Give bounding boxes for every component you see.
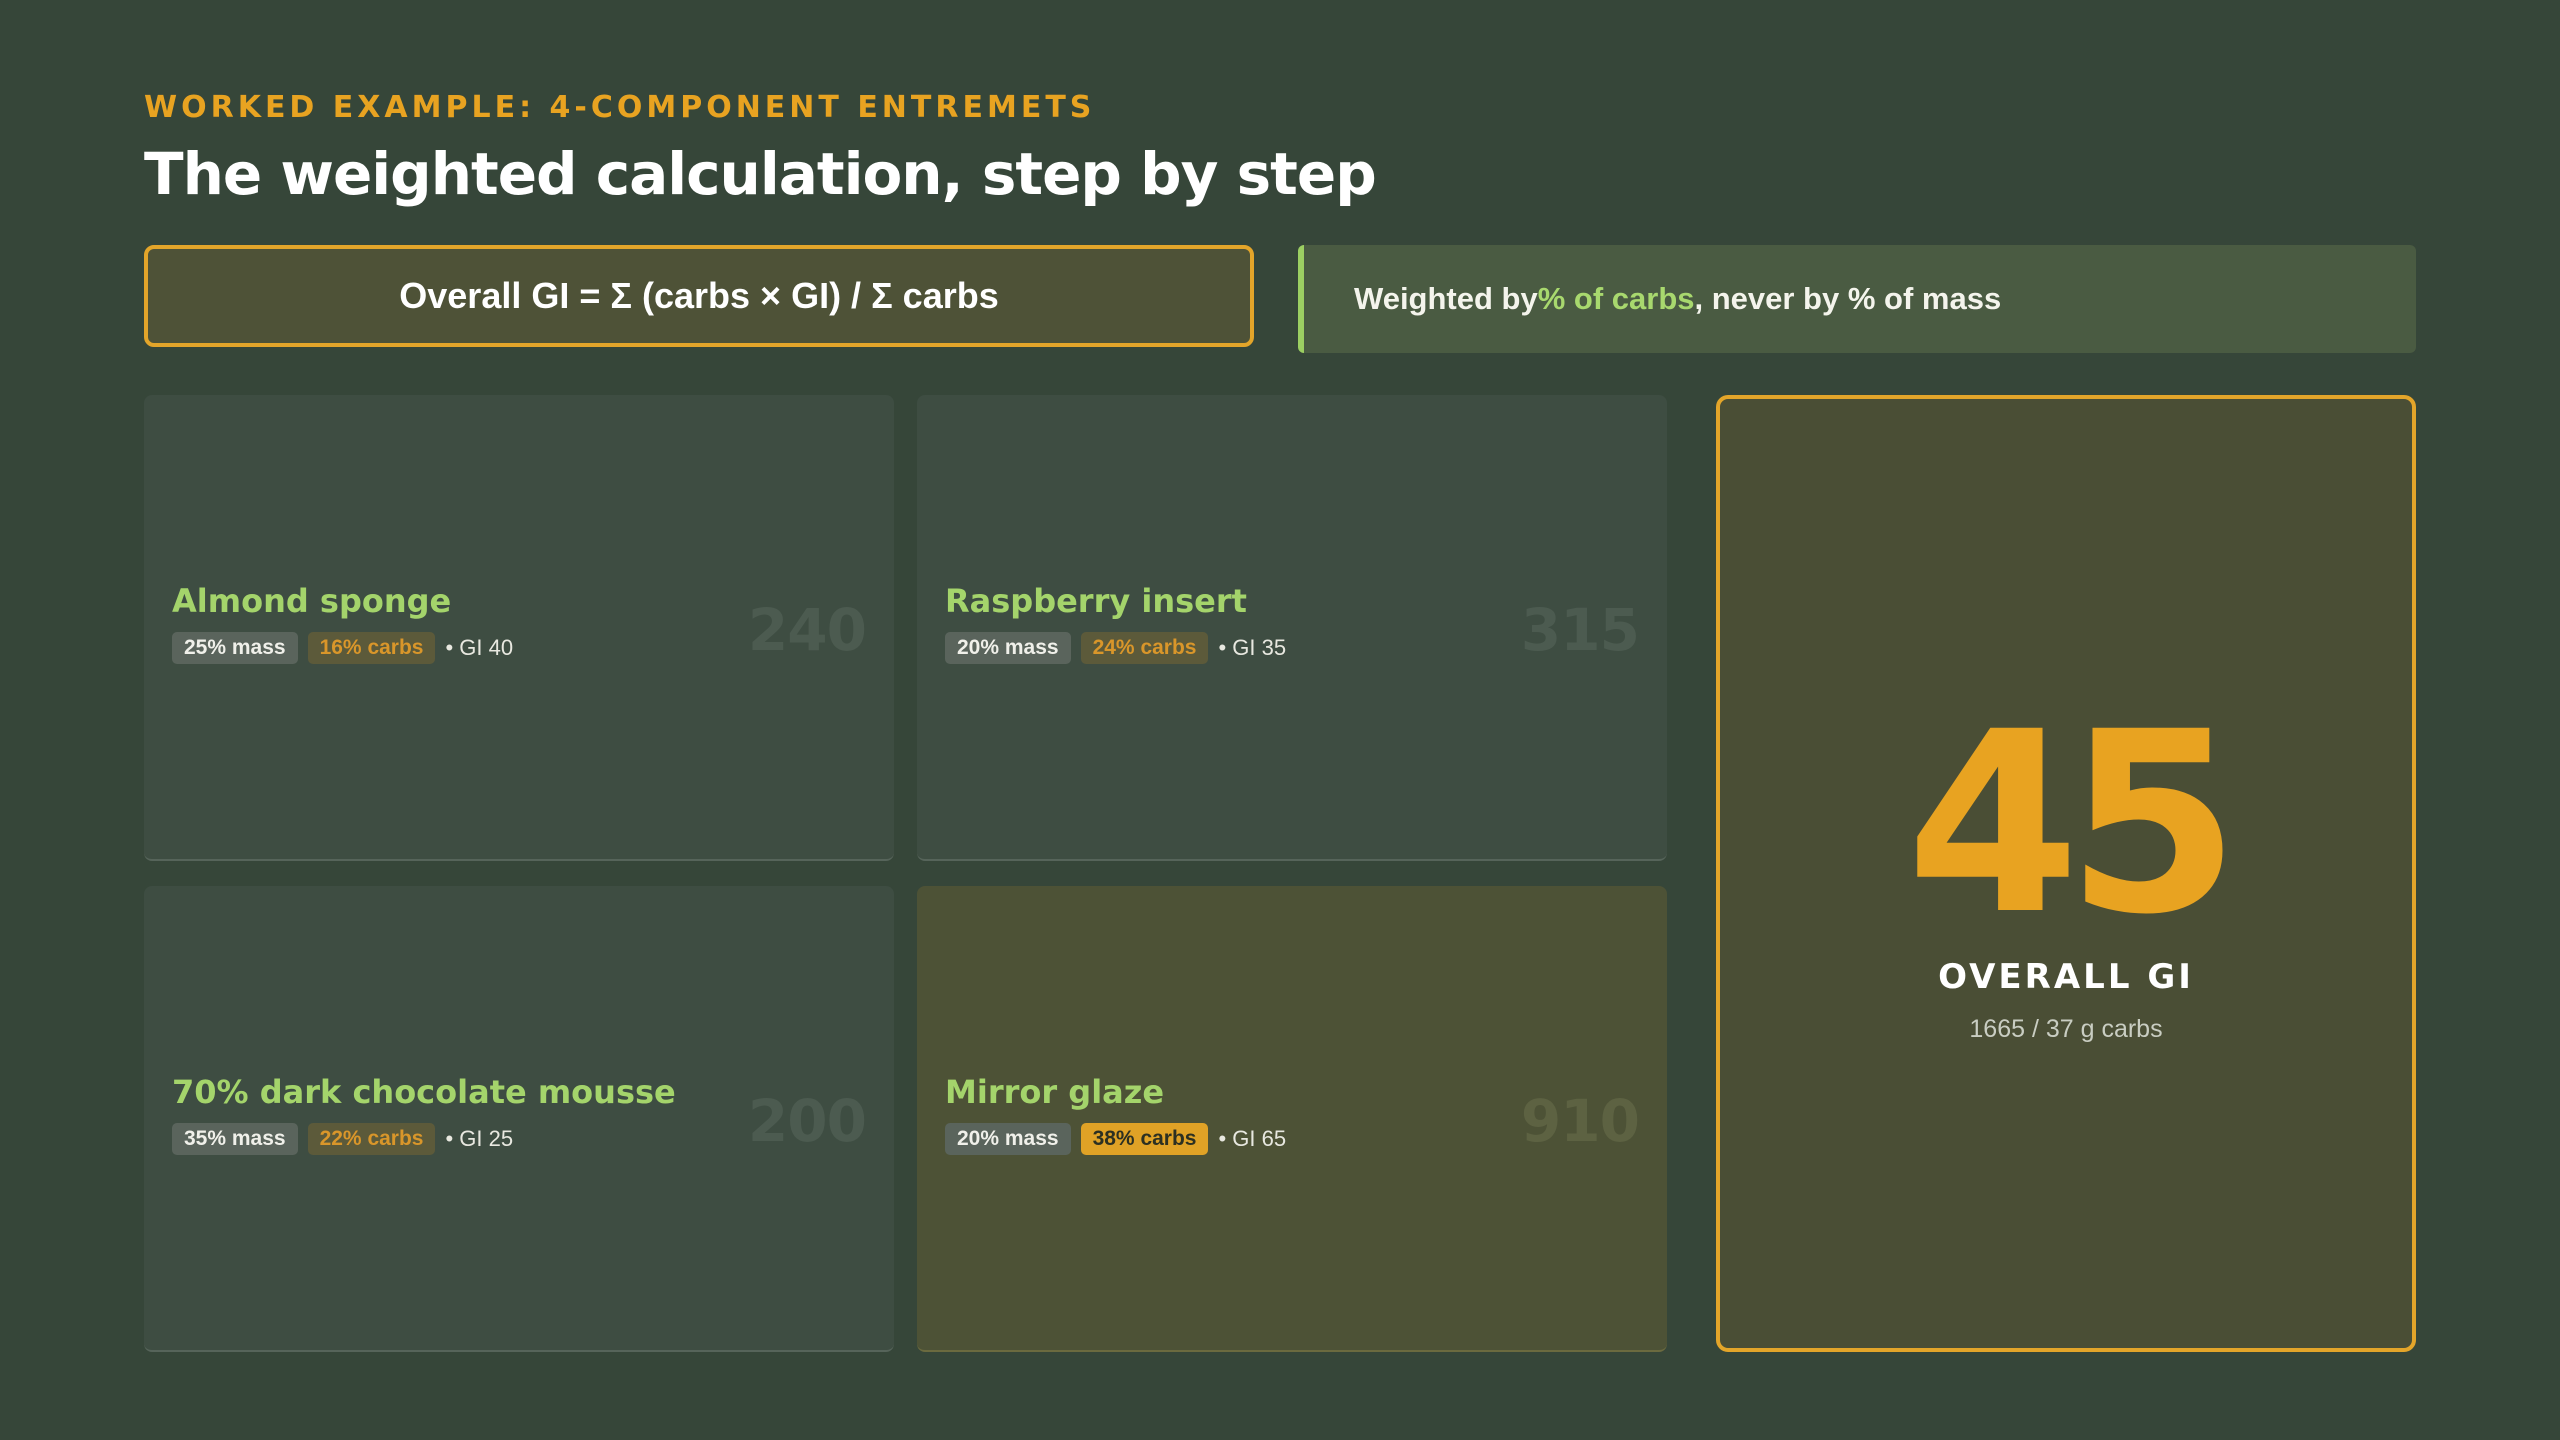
mass-badge: 25% mass [172,632,298,664]
note-highlight: % of carbs [1537,281,1695,316]
weighted-product: 200 [747,1087,867,1155]
component-name: 70% dark chocolate mousse [172,1073,676,1111]
overall-gi-panel: 45 OVERALL GI 1665 / 37 g carbs [1716,395,2416,1352]
component-tags: 35% mass 22% carbs • GI 25 [172,1123,513,1155]
mass-badge: 20% mass [945,1123,1071,1155]
weighted-product: 315 [1520,596,1640,664]
mass-badge: 35% mass [172,1123,298,1155]
component-tags: 20% mass 24% carbs • GI 35 [945,632,1286,664]
weighting-note: Weighted by% of carbs, never by % of mas… [1298,245,2416,353]
page-title: The weighted calculation, step by step [144,140,1377,208]
formula-box: Overall GI = Σ (carbs × GI) / Σ carbs [144,245,1254,347]
component-card-mirror-glaze: Mirror glaze 20% mass 38% carbs • GI 65 … [917,886,1667,1352]
weighted-product: 240 [747,596,867,664]
carbs-badge: 38% carbs [1080,1123,1209,1155]
gi-value: • GI 25 [445,1126,514,1151]
component-name: Mirror glaze [945,1073,1165,1111]
overall-gi-value: 45 [1906,678,2240,969]
eyebrow-label: WORKED EXAMPLE: 4-COMPONENT ENTREMETS [144,90,1096,125]
overall-gi-label: OVERALL GI [1938,957,2194,997]
note-prefix: Weighted by [1354,281,1538,316]
carbs-badge: 16% carbs [307,632,436,664]
note-suffix: , never by % of mass [1694,281,2002,316]
component-tags: 20% mass 38% carbs • GI 65 [945,1123,1286,1155]
weighted-product: 910 [1520,1087,1640,1155]
component-card-chocolate-mousse: 70% dark chocolate mousse 35% mass 22% c… [144,886,894,1352]
component-name: Almond sponge [172,582,452,620]
carbs-badge: 24% carbs [1080,632,1209,664]
gi-value: • GI 65 [1218,1126,1287,1151]
component-card-almond-sponge: Almond sponge 25% mass 16% carbs • GI 40… [144,395,894,861]
formula-text: Overall GI = Σ (carbs × GI) / Σ carbs [399,275,999,316]
gi-value: • GI 35 [1218,635,1287,660]
overall-gi-detail: 1665 / 37 g carbs [1969,1015,2163,1043]
mass-badge: 20% mass [945,632,1071,664]
gi-value: • GI 40 [445,635,514,660]
carbs-badge: 22% carbs [307,1123,436,1155]
component-tags: 25% mass 16% carbs • GI 40 [172,632,513,664]
component-name: Raspberry insert [945,582,1247,620]
component-card-raspberry-insert: Raspberry insert 20% mass 24% carbs • GI… [917,395,1667,861]
